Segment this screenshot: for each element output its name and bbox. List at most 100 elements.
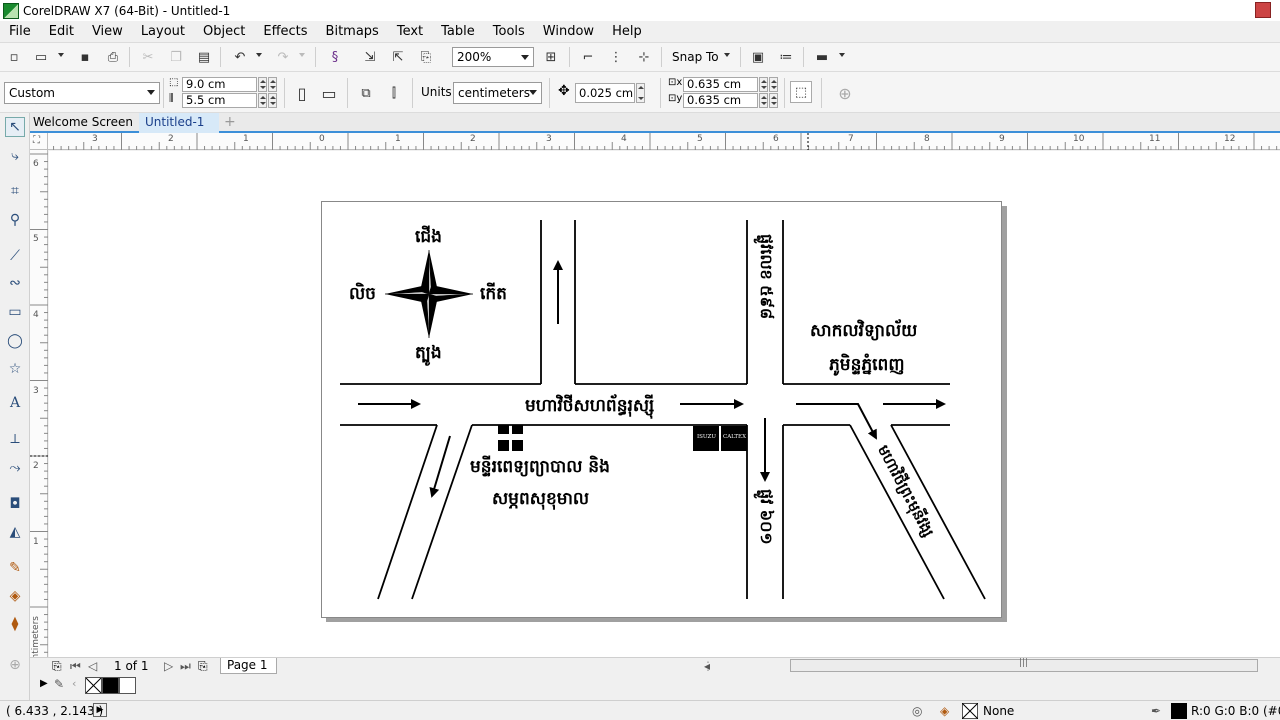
menu-window[interactable]: Window (534, 24, 603, 39)
duplicate-x-spinner[interactable] (759, 77, 768, 92)
undo-icon[interactable]: ↶ (229, 46, 251, 68)
swatch-none[interactable] (85, 677, 102, 694)
open-folder-icon[interactable]: ▭ (30, 46, 52, 68)
landscape-icon[interactable]: ▭ (318, 82, 340, 104)
copy-icon[interactable]: ❐ (165, 46, 187, 68)
page-border-icon[interactable]: ⬚ (790, 81, 812, 103)
menu-file[interactable]: File (0, 24, 40, 39)
drop-shadow-icon[interactable]: ◘ (5, 494, 25, 514)
text-tool-icon[interactable]: A (5, 393, 25, 413)
page-height-spinner-2[interactable] (268, 93, 277, 108)
application-launcher-icon[interactable]: ▬ (811, 46, 833, 68)
drawing-canvas[interactable]: ជើង លិច កើត ត្បូង មហាវិថីសហព័ន្ធរុស្ស៊ី … (49, 151, 1280, 657)
undo-dropdown-icon[interactable] (256, 53, 262, 57)
status-play-icon[interactable]: ▶ (93, 703, 107, 717)
duplicate-x-field[interactable]: 0.635 cm (683, 77, 758, 92)
nudge-spinner[interactable] (636, 83, 645, 103)
save-icon[interactable]: ▪ (74, 46, 96, 68)
page-width-field[interactable]: 9.0 cm (182, 77, 257, 92)
page-width-spinner-2[interactable] (268, 77, 277, 92)
connector-tool-icon[interactable]: ⤳ (5, 458, 25, 478)
zoom-tool-icon[interactable]: ⚲ (5, 210, 25, 230)
page-height-field[interactable]: 5.5 cm (182, 93, 257, 108)
crop-tool-icon[interactable]: ⌗ (5, 181, 25, 201)
export-icon[interactable]: ⇱ (387, 46, 409, 68)
menu-view[interactable]: View (83, 24, 132, 39)
drawing-page[interactable]: ជើង លិច កើត ត្បូង មហាវិថីសហព័ន្ធរុស្ស៊ី … (321, 201, 1002, 618)
pick-tool-icon[interactable]: ↖ (5, 117, 25, 137)
snap-to-button[interactable]: Snap To (672, 50, 719, 64)
vertical-ruler[interactable]: 6 5 4 3 2 1 centimeters (30, 150, 48, 670)
page-tab-1[interactable]: Page 1 (220, 658, 277, 674)
duplicate-y-spinner[interactable] (759, 93, 768, 108)
add-icon[interactable]: ⊕ (834, 82, 856, 104)
page-width-spinner[interactable] (258, 77, 267, 92)
tab-untitled-1[interactable]: Untitled-1 (139, 113, 219, 133)
color-proofing-icon[interactable]: ◎ (912, 704, 922, 718)
redo-dropdown-icon[interactable] (299, 53, 305, 57)
paste-icon[interactable]: ▤ (193, 46, 215, 68)
nudge-distance-field[interactable]: 0.025 cm (575, 83, 635, 103)
zoom-combo[interactable]: 200% (452, 47, 534, 67)
import-icon[interactable]: ⇲ (359, 46, 381, 68)
next-page-icon[interactable]: ▷ (164, 659, 173, 673)
zoom-fit-icon[interactable]: ⊞ (540, 46, 562, 68)
swatch-black[interactable] (102, 677, 119, 694)
welcome-screen-icon[interactable]: ▣ (747, 46, 769, 68)
menu-text[interactable]: Text (388, 24, 432, 39)
portrait-icon[interactable]: ▯ (291, 82, 313, 104)
user-account-icon[interactable] (1255, 2, 1271, 18)
menu-bitmaps[interactable]: Bitmaps (317, 24, 388, 39)
snap-to-dropdown-icon[interactable] (724, 53, 730, 57)
print-icon[interactable]: ⎙ (102, 46, 124, 68)
freehand-tool-icon[interactable]: ⟋ (5, 246, 25, 266)
current-page-icon[interactable]: ⫿ (383, 82, 405, 104)
options-icon[interactable]: ≔ (775, 46, 797, 68)
rectangle-tool-icon[interactable]: ▭ (5, 302, 25, 322)
page-add-before-icon[interactable]: ⎘ (52, 659, 62, 674)
scroll-left-icon[interactable]: ◂ (704, 659, 710, 673)
units-combo[interactable]: centimeters (453, 82, 542, 104)
duplicate-y-spinner-2[interactable] (769, 93, 778, 108)
publish-pdf-icon[interactable]: ⎘ (415, 46, 437, 68)
open-dropdown-icon[interactable] (58, 53, 64, 57)
menu-object[interactable]: Object (194, 24, 254, 39)
menu-tools[interactable]: Tools (484, 24, 534, 39)
launcher-dropdown-icon[interactable] (839, 53, 845, 57)
menu-table[interactable]: Table (432, 24, 484, 39)
all-pages-icon[interactable]: ⧉ (355, 82, 377, 104)
swatch-white[interactable] (119, 677, 136, 694)
cut-icon[interactable]: ✂ (137, 46, 159, 68)
interactive-fill-icon[interactable]: ◈ (5, 586, 25, 606)
smart-fill-icon[interactable]: ⧫ (5, 614, 25, 634)
duplicate-x-spinner-2[interactable] (769, 77, 778, 92)
last-page-icon[interactable]: ⏭ (180, 659, 191, 674)
new-tab-icon[interactable]: + (220, 113, 240, 133)
horizontal-ruler[interactable]: 3 2 1 0 1 2 3 4 5 6 7 8 9 10 11 12 (48, 133, 1280, 150)
show-guidelines-icon[interactable]: ⊹ (633, 46, 655, 68)
horizontal-scrollbar[interactable]: ||| (790, 658, 1258, 672)
palette-menu-icon[interactable]: ▶ (40, 678, 48, 689)
menu-effects[interactable]: Effects (254, 24, 316, 39)
page-height-spinner[interactable] (258, 93, 267, 108)
tab-welcome-screen[interactable]: Welcome Screen (30, 113, 137, 133)
menu-layout[interactable]: Layout (132, 24, 194, 39)
duplicate-y-field[interactable]: 0.635 cm (683, 93, 758, 108)
redo-icon[interactable]: ↷ (272, 46, 294, 68)
parallel-dimension-icon[interactable]: ⟂ (5, 429, 25, 449)
ellipse-tool-icon[interactable]: ◯ (5, 331, 25, 351)
show-rulers-icon[interactable]: ⌐ (577, 46, 599, 68)
prev-page-icon[interactable]: ◁ (88, 659, 97, 673)
new-document-icon[interactable]: ▫ (3, 46, 25, 68)
menu-help[interactable]: Help (603, 24, 651, 39)
page-add-after-icon[interactable]: ⎘ (198, 659, 208, 674)
search-content-icon[interactable]: § (324, 46, 346, 68)
first-page-icon[interactable]: ⏮ (70, 659, 81, 674)
transparency-icon[interactable]: ◭ (5, 522, 25, 542)
menu-edit[interactable]: Edit (40, 24, 83, 39)
artistic-media-icon[interactable]: ∾ (5, 273, 25, 293)
palette-eyedropper-icon[interactable]: ✎ (54, 677, 64, 691)
show-grid-icon[interactable]: ⋮ (605, 46, 627, 68)
eyedropper-icon[interactable]: ✎ (5, 558, 25, 578)
shape-tool-icon[interactable]: ⤷ (5, 146, 25, 166)
